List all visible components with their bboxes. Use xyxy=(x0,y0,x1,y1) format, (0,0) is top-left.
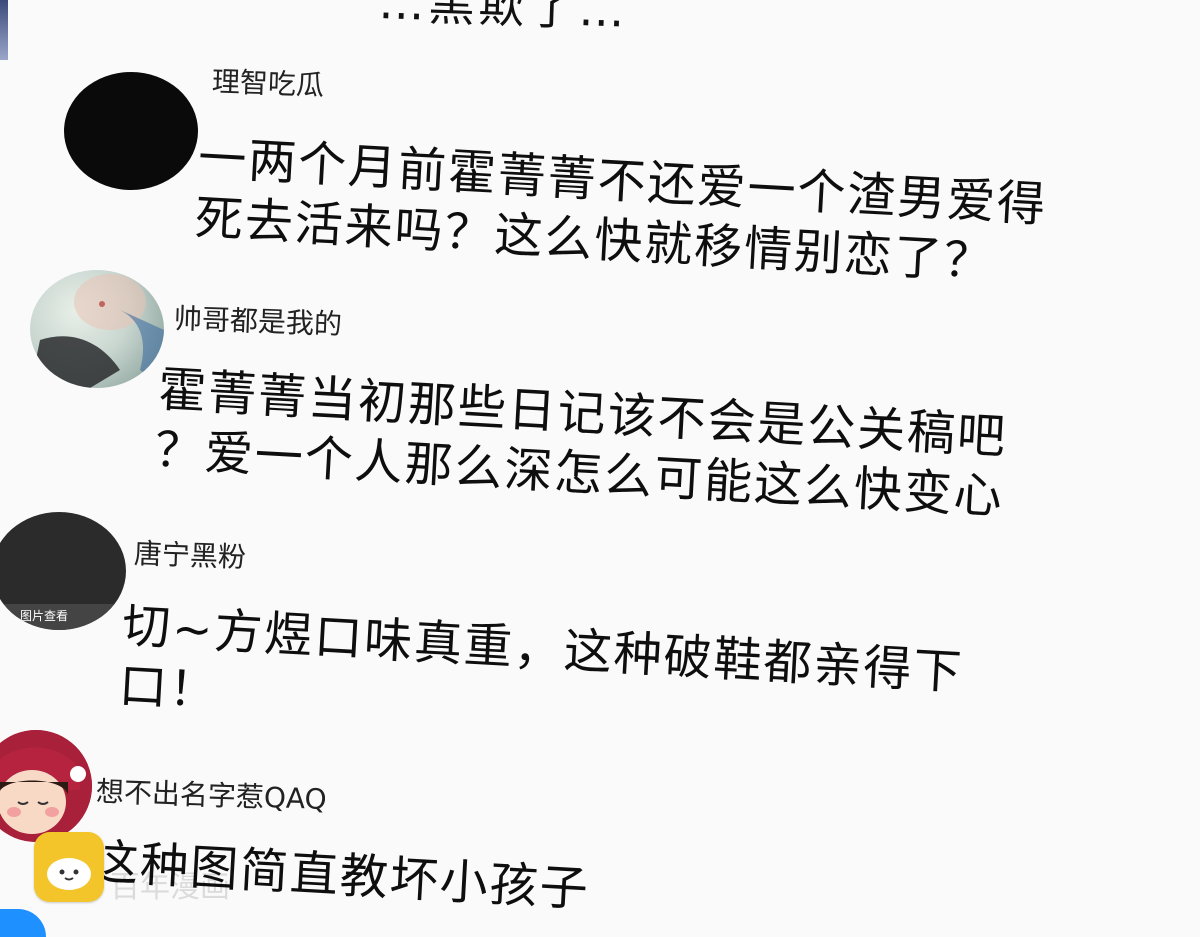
comment-text: 一两个月前霍菁菁不还爱一个渣男爱得 死去活来吗？这么快就移情别恋了？ xyxy=(193,128,1048,295)
comment-text: 切~方煜口味真重，这种破鞋都亲得下 口！ xyxy=(117,596,965,763)
comment-text: 霍菁菁当初那些日记该不会是公关稿吧 ？爱一个人那么深怎么可能这么快变心 xyxy=(153,360,1008,527)
bun-icon xyxy=(47,858,91,890)
illustrated-woman-icon xyxy=(30,274,164,388)
phone-edge xyxy=(0,0,8,60)
avatar-caption: 图片查看 xyxy=(20,609,69,623)
comment-screenshot: …黑欺了… 理智吃瓜 一两个月前霍菁菁不还爱一个渣男爱得 死去活来吗？这么快就移… xyxy=(0,0,1200,937)
avatar[interactable]: 图片查看 xyxy=(0,512,126,630)
avatar[interactable] xyxy=(30,270,164,388)
corner-decoration xyxy=(0,909,46,937)
comment-username[interactable]: 想不出名字惹QAQ xyxy=(95,770,327,818)
avatar[interactable] xyxy=(64,72,198,190)
watermark-text: 百年漫画 xyxy=(110,870,230,905)
bun-logo-icon xyxy=(34,832,104,902)
comment-username[interactable]: 唐宁黑粉 xyxy=(133,532,246,576)
avatar[interactable] xyxy=(0,730,92,842)
comment-username[interactable]: 帅哥都是我的 xyxy=(173,297,342,343)
comment-username[interactable]: 理智吃瓜 xyxy=(211,60,324,104)
cartoon-girl-icon xyxy=(0,730,92,842)
truncated-top-text: …黑欺了… xyxy=(377,0,630,38)
